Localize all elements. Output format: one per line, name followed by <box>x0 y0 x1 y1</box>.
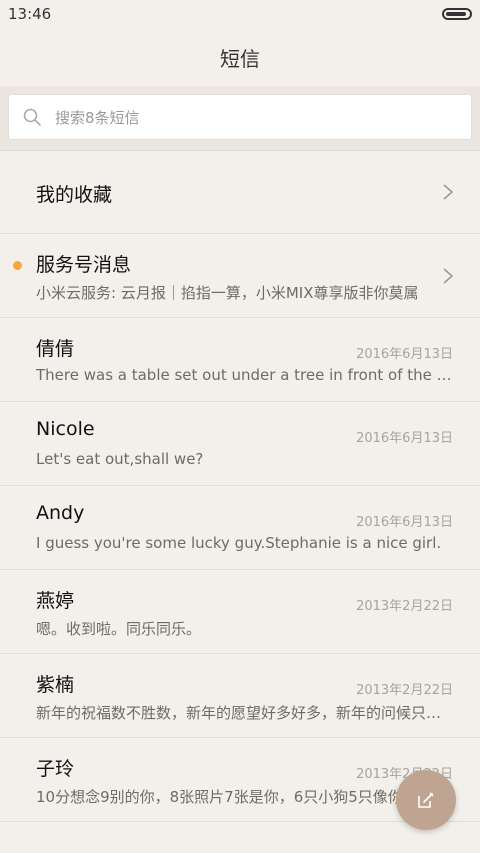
status-bar: 13:46 <box>0 0 480 28</box>
contact-name: Nicole <box>36 418 95 440</box>
service-title: 服务号消息 <box>36 254 132 276</box>
service-messages-row[interactable]: 服务号消息 小米云服务: 云月报｜掐指一算，小米MIX尊享版非你莫属 <box>0 234 480 318</box>
conversation-row[interactable]: Andy 2016年6月13日 I guess you're some luck… <box>0 486 480 570</box>
message-snippet: Let's eat out,shall we? <box>36 450 204 468</box>
conversation-list: 我的收藏 服务号消息 小米云服务: 云月报｜掐指一算，小米MIX尊享版非你莫属 … <box>0 150 480 822</box>
favorites-row[interactable]: 我的收藏 <box>0 150 480 234</box>
contact-name: 燕婷 <box>36 590 75 612</box>
contact-name: 倩倩 <box>36 338 75 360</box>
message-snippet: There was a table set out under a tree i… <box>36 366 452 384</box>
unread-dot <box>13 261 22 270</box>
chevron-right-icon <box>443 184 454 200</box>
status-time: 13:46 <box>8 5 52 23</box>
conversation-row[interactable]: 倩倩 2016年6月13日 There was a table set out … <box>0 318 480 402</box>
favorites-label: 我的收藏 <box>36 184 113 206</box>
conversation-row[interactable]: 燕婷 2013年2月22日 嗯。收到啦。同乐同乐。 <box>0 570 480 654</box>
search-placeholder: 搜索8条短信 <box>55 108 140 127</box>
message-date: 2013年2月22日 <box>356 683 453 698</box>
conversation-row[interactable]: 紫楠 2013年2月22日 新年的祝福数不胜数，新年的愿望好多好多，新年的问候只… <box>0 654 480 738</box>
message-snippet: 嗯。收到啦。同乐同乐。 <box>36 620 202 638</box>
battery-icon <box>442 8 472 20</box>
contact-name: 子玲 <box>36 758 75 780</box>
message-snippet: 10分想念9别的你，8张照片7张是你，6只小狗5只像你 <box>36 788 403 806</box>
chevron-right-icon <box>443 268 454 284</box>
message-date: 2016年6月13日 <box>356 431 453 446</box>
search-input[interactable]: 搜索8条短信 <box>8 94 472 140</box>
compose-icon <box>418 792 434 808</box>
message-snippet: 新年的祝福数不胜数，新年的愿望好多好多，新年的问候只有一句 <box>36 704 452 722</box>
contact-name: 紫楠 <box>36 674 75 696</box>
message-date: 2013年2月22日 <box>356 599 453 614</box>
message-snippet: I guess you're some lucky guy.Stephanie … <box>36 534 442 552</box>
page-title: 短信 <box>220 46 260 71</box>
search-area: 搜索8条短信 <box>0 86 480 151</box>
message-date: 2016年6月13日 <box>356 347 453 362</box>
contact-name: Andy <box>36 502 85 524</box>
service-snippet: 小米云服务: 云月报｜掐指一算，小米MIX尊享版非你莫属 <box>36 284 419 302</box>
compose-button[interactable] <box>396 770 456 830</box>
conversation-row[interactable]: Nicole 2016年6月13日 Let's eat out,shall we… <box>0 402 480 486</box>
search-icon <box>23 108 41 126</box>
message-date: 2016年6月13日 <box>356 515 453 530</box>
